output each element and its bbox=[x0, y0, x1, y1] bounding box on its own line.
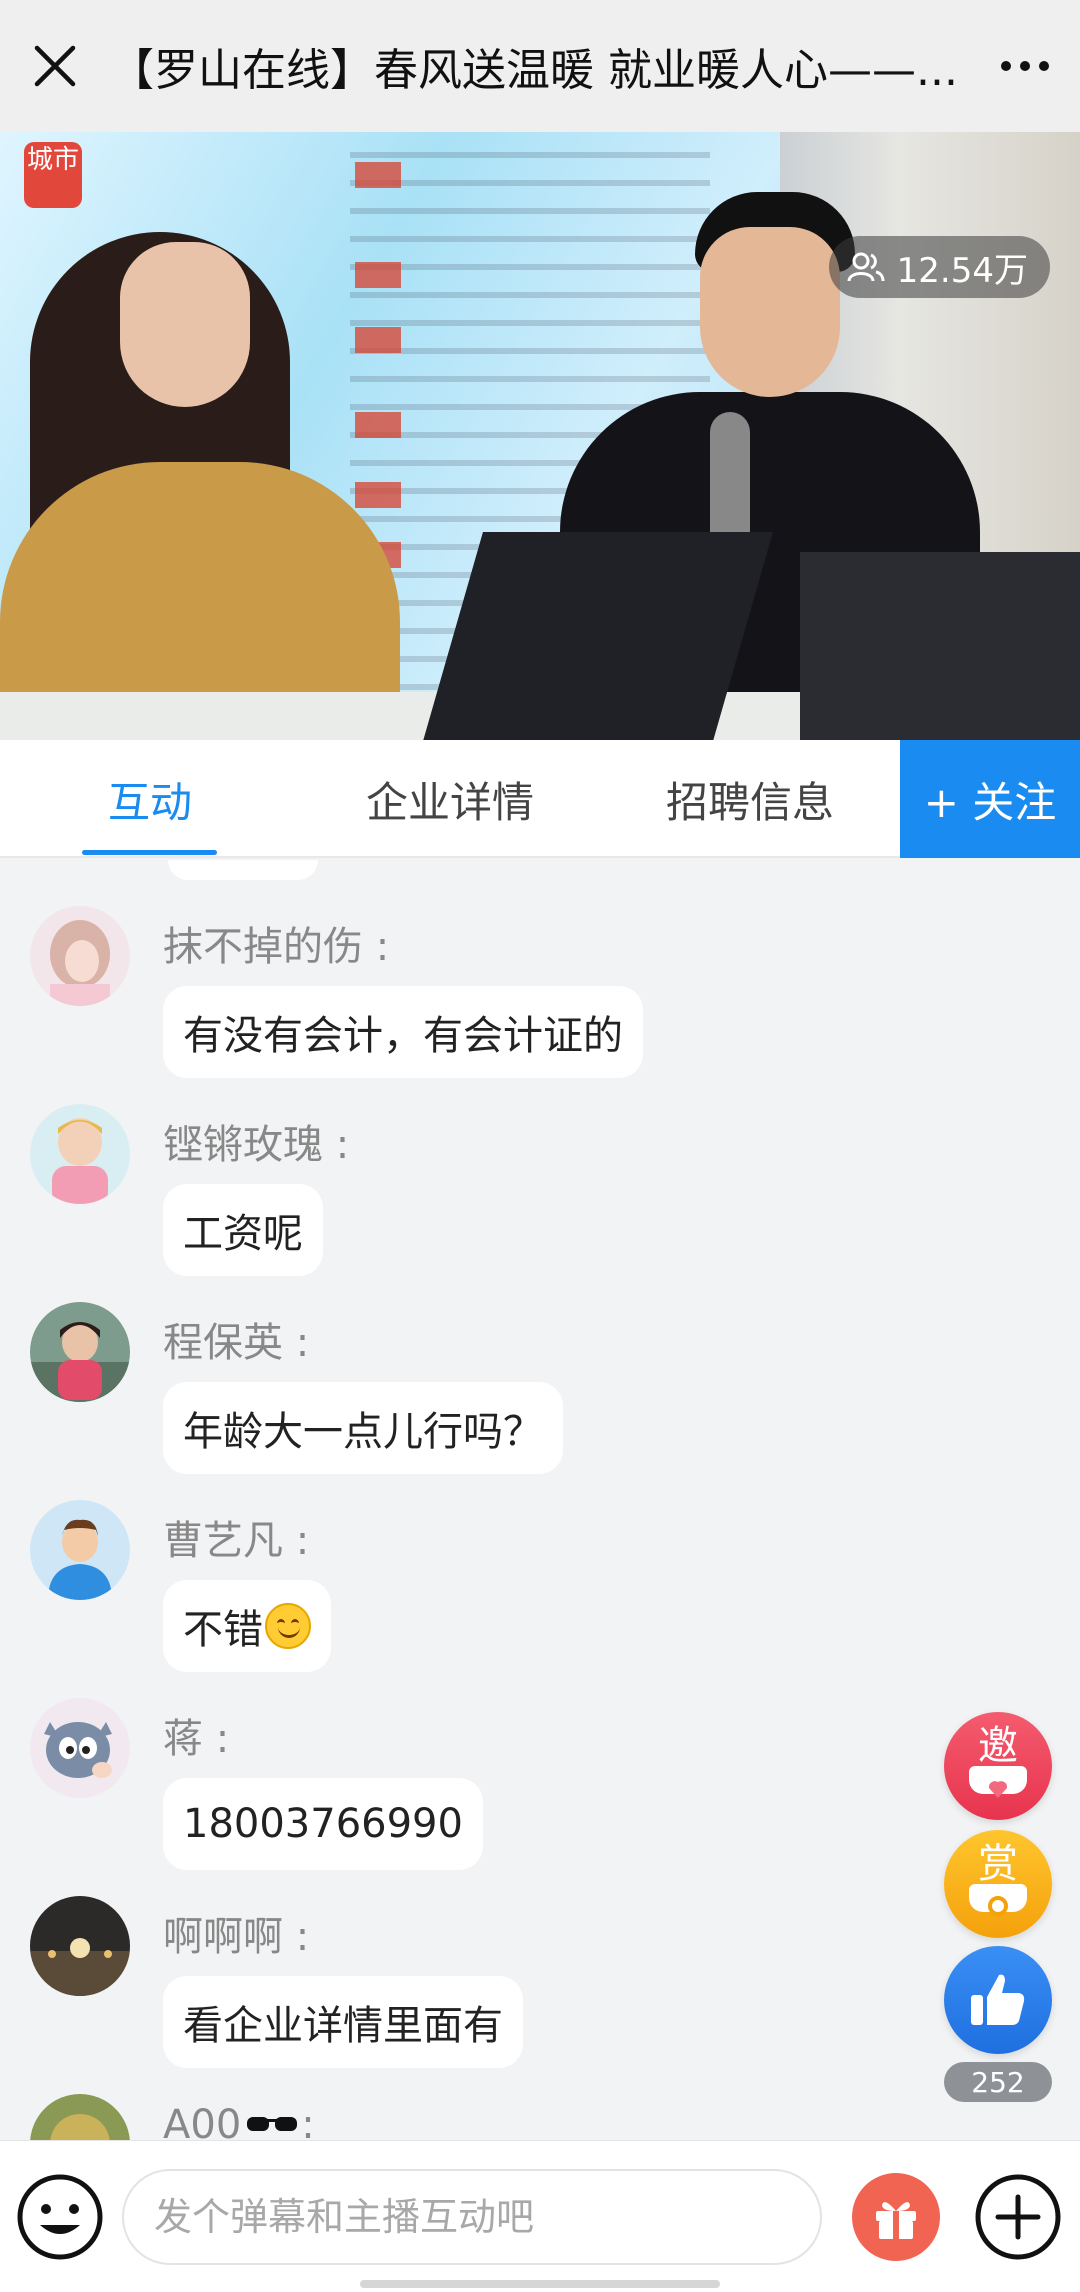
avatar[interactable] bbox=[30, 1302, 130, 1402]
message-bubble: 工资呢 bbox=[163, 1184, 323, 1276]
heart-envelope-icon bbox=[969, 1766, 1027, 1798]
avatar[interactable] bbox=[30, 1104, 130, 1204]
like-button[interactable] bbox=[944, 1946, 1052, 2054]
emoji-icon bbox=[17, 2174, 103, 2260]
chat-list[interactable]: 抹不掉的伤 : 有没有会计，有会计证的 铿锵玫瑰 : 工资呢 程保英: 年龄大… bbox=[0, 860, 1080, 2140]
tab-company-details[interactable]: 企业详情 bbox=[340, 740, 560, 858]
gift-icon bbox=[876, 2202, 916, 2239]
gift-button[interactable] bbox=[852, 2173, 940, 2261]
username: 蒋 : bbox=[163, 1716, 230, 1762]
smile-emoji-icon bbox=[265, 1603, 311, 1649]
chat-message: 蒋 : 18003766990 bbox=[0, 1698, 1080, 1878]
chat-message: 啊啊啊 : 看企业详情里面有 bbox=[0, 1896, 1080, 2076]
top-bar: 【罗山在线】春风送温暖 就业暖人心——... bbox=[0, 0, 1080, 132]
reward-button[interactable]: 赏 bbox=[944, 1830, 1052, 1938]
chat-message: 曹艺凡 : 不错 bbox=[0, 1500, 1080, 1680]
username: 曹艺凡 : bbox=[163, 1518, 310, 1564]
channel-logo: 城市 bbox=[24, 142, 82, 208]
chat-message: 抹不掉的伤 : 有没有会计，有会计证的 bbox=[0, 906, 1080, 1086]
more-icon bbox=[1001, 61, 1011, 71]
previous-message-bubble bbox=[168, 860, 318, 880]
bottom-input-bar bbox=[0, 2140, 1080, 2292]
message-bubble: 有没有会计，有会计证的 bbox=[163, 986, 643, 1078]
chat-message: A00 : bbox=[0, 2094, 1080, 2140]
home-indicator bbox=[360, 2280, 720, 2288]
invite-label: 邀 bbox=[978, 1723, 1018, 1769]
username: 抹不掉的伤 : bbox=[163, 924, 390, 970]
plus-icon bbox=[975, 2174, 1061, 2260]
avatar[interactable] bbox=[30, 1500, 130, 1600]
coin-icon bbox=[969, 1884, 1027, 1916]
viewer-count-badge: 12.54万 bbox=[828, 236, 1050, 298]
avatar[interactable] bbox=[30, 1896, 130, 1996]
message-bubble: 不错 bbox=[163, 1580, 331, 1672]
users-icon bbox=[847, 252, 885, 282]
message-text: 不错 bbox=[183, 1607, 263, 1653]
tab-recruitment-info[interactable]: 招聘信息 bbox=[640, 740, 860, 858]
message-bubble: 年龄大一点儿行吗？ bbox=[163, 1382, 563, 1474]
live-video[interactable]: 城市 12.54万 bbox=[0, 132, 1080, 740]
tab-interaction[interactable]: 互动 bbox=[60, 740, 240, 858]
username: 铿锵玫瑰 : bbox=[163, 1122, 350, 1168]
like-count: 252 bbox=[944, 2062, 1052, 2102]
viewer-count: 12.54万 bbox=[896, 250, 1028, 291]
close-icon bbox=[34, 45, 76, 87]
active-tab-indicator bbox=[82, 850, 217, 855]
avatar[interactable] bbox=[30, 2094, 130, 2140]
invite-button[interactable]: 邀 bbox=[944, 1712, 1052, 1820]
username: A00 : bbox=[163, 2102, 315, 2140]
more-actions-button[interactable] bbox=[972, 2171, 1064, 2263]
page-title: 【罗山在线】春风送温暖 就业暖人心——... bbox=[110, 45, 958, 96]
avatar[interactable] bbox=[30, 906, 130, 1006]
message-bubble: 18003766990 bbox=[163, 1778, 483, 1870]
emoji-button[interactable] bbox=[14, 2171, 106, 2263]
avatar[interactable] bbox=[30, 1698, 130, 1798]
tab-bar: 互动 企业详情 招聘信息 + 关注 bbox=[0, 740, 1080, 858]
follow-button[interactable]: + 关注 bbox=[900, 740, 1080, 858]
close-button[interactable] bbox=[0, 0, 110, 132]
username: 啊啊啊 : bbox=[163, 1914, 310, 1960]
thumbs-up-icon bbox=[971, 1974, 1025, 2025]
more-button[interactable] bbox=[970, 0, 1080, 132]
danmaku-input[interactable] bbox=[122, 2169, 822, 2265]
chat-message: 铿锵玫瑰 : 工资呢 bbox=[0, 1104, 1080, 1284]
sunglasses-icon bbox=[247, 2117, 298, 2131]
message-bubble: 看企业详情里面有 bbox=[163, 1976, 523, 2068]
username: 程保英 : bbox=[163, 1320, 310, 1366]
reward-label: 赏 bbox=[978, 1841, 1018, 1887]
chat-message: 程保英 : 年龄大一点儿行吗？ bbox=[0, 1302, 1080, 1482]
